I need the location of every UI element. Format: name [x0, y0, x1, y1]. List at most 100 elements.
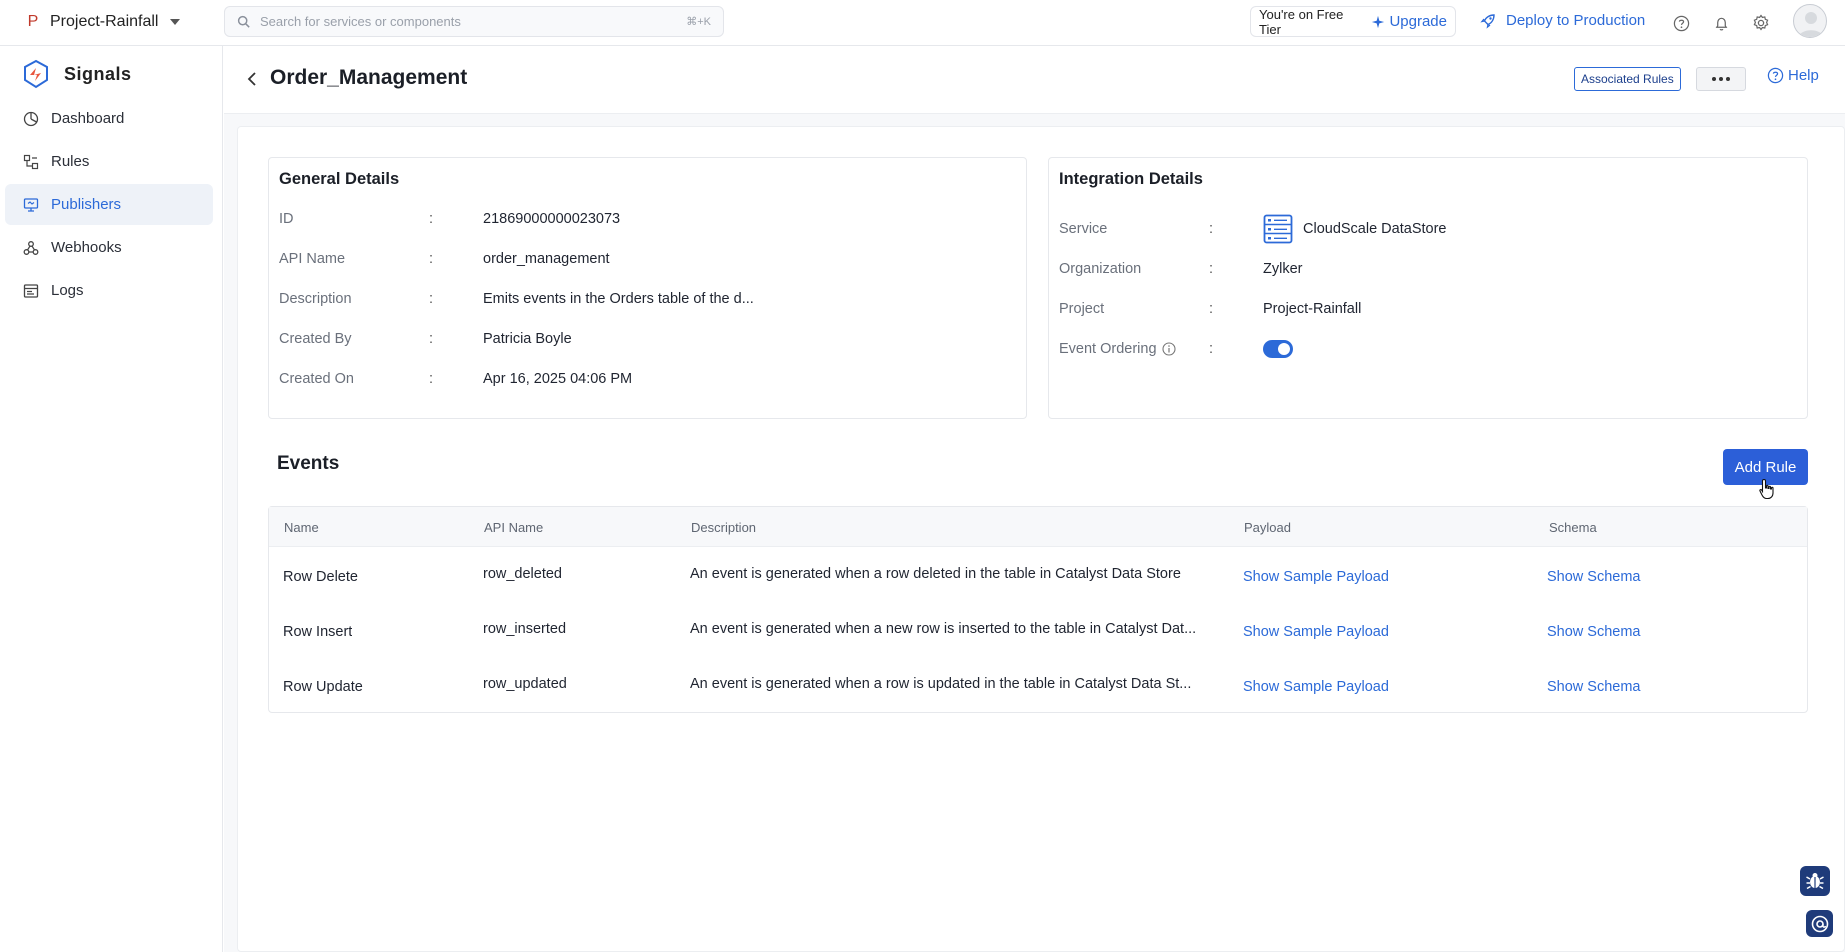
- logs-icon: [23, 283, 39, 298]
- show-sample-payload-link[interactable]: Show Sample Payload: [1243, 679, 1389, 695]
- help-link[interactable]: Help: [1767, 67, 1819, 84]
- search-input[interactable]: Search for services or components ⌘+K: [224, 6, 724, 37]
- detail-key: API Name: [279, 251, 346, 267]
- detail-key-event-ordering: Event Ordering: [1059, 341, 1209, 357]
- event-name: Row Update: [283, 679, 363, 695]
- detail-key: Project: [1059, 301, 1105, 317]
- detail-value: 21869000000023073: [483, 211, 621, 227]
- upgrade-button[interactable]: Upgrade: [1371, 13, 1447, 30]
- tier-banner: You're on Free Tier Upgrade: [1250, 6, 1456, 37]
- signals-logo-icon: [24, 59, 48, 89]
- table-row: Row Delete row_deleted An event is gener…: [269, 547, 1807, 602]
- detail-key: Description: [279, 291, 352, 307]
- detail-value: Project-Rainfall: [1263, 301, 1362, 317]
- event-description: An event is generated when a row deleted…: [690, 566, 1181, 582]
- event-description: An event is generated when a row is upda…: [690, 676, 1192, 692]
- table-row: Row Insert row_inserted An event is gene…: [269, 602, 1807, 657]
- project-initial-badge: P: [27, 13, 39, 30]
- detail-value: Patricia Boyle: [483, 331, 572, 347]
- tier-text: You're on Free Tier: [1259, 6, 1344, 37]
- chevron-down-icon: [170, 19, 181, 25]
- sidebar-item-webhooks[interactable]: Webhooks: [5, 227, 213, 268]
- detail-row-id: ID : 21869000000023073: [279, 209, 620, 229]
- sidebar-nav: Dashboard Rules Publishers Webhooks Logs: [5, 98, 213, 313]
- integration-details-panel: Integration Details Service : CloudScale…: [1048, 157, 1808, 419]
- hand-cursor-icon: [1759, 478, 1774, 500]
- detail-row-organization: Organization : Zylker: [1059, 259, 1302, 279]
- detail-row-project: Project : Project-Rainfall: [1059, 299, 1361, 319]
- general-details-title: General Details: [279, 170, 400, 188]
- page-header: Order_Management Associated Rules Help: [224, 46, 1845, 114]
- detail-separator: :: [429, 211, 434, 227]
- show-schema-link[interactable]: Show Schema: [1547, 569, 1641, 585]
- event-api-name: row_inserted: [483, 621, 567, 637]
- general-details-panel: General Details ID : 21869000000023073 A…: [268, 157, 1027, 419]
- detail-separator: :: [1209, 341, 1214, 357]
- sidebar-item-rules[interactable]: Rules: [5, 141, 213, 182]
- sidebar-item-label: Dashboard: [51, 110, 125, 127]
- show-schema-link[interactable]: Show Schema: [1547, 624, 1641, 640]
- detail-key: Organization: [1059, 261, 1142, 277]
- table-row: Row Update row_updated An event is gener…: [269, 657, 1807, 712]
- detail-key: Service: [1059, 221, 1108, 237]
- avatar[interactable]: [1793, 4, 1827, 38]
- detail-separator: :: [1209, 261, 1214, 277]
- more-options-button[interactable]: [1696, 67, 1746, 91]
- sidebar-item-label: Rules: [51, 153, 90, 170]
- events-table: Name API Name Description Payload Schema…: [268, 506, 1808, 713]
- bug-report-button[interactable]: [1800, 866, 1830, 896]
- show-sample-payload-link[interactable]: Show Sample Payload: [1243, 569, 1389, 585]
- sidebar-item-dashboard[interactable]: Dashboard: [5, 98, 213, 139]
- support-icon: [1811, 915, 1828, 932]
- sidebar-item-logs[interactable]: Logs: [5, 270, 213, 311]
- back-arrow-icon[interactable]: [244, 70, 262, 88]
- detail-key: Event Ordering: [1059, 341, 1157, 357]
- column-header-description: Description: [691, 520, 757, 535]
- project-name: Project-Rainfall: [50, 13, 159, 30]
- detail-separator: :: [429, 251, 434, 267]
- detail-value: Zylker: [1263, 261, 1303, 277]
- deploy-to-production-button[interactable]: Deploy to Production: [1480, 12, 1645, 29]
- show-schema-link[interactable]: Show Schema: [1547, 679, 1641, 695]
- column-header-schema: Schema: [1549, 520, 1597, 535]
- event-name: Row Insert: [283, 624, 353, 640]
- search-placeholder: Search for services or components: [260, 14, 461, 29]
- support-chat-button[interactable]: [1806, 910, 1833, 937]
- dot: [1712, 77, 1716, 81]
- detail-separator: :: [429, 291, 434, 307]
- show-sample-payload-link[interactable]: Show Sample Payload: [1243, 624, 1389, 640]
- datastore-icon: [1263, 214, 1293, 244]
- project-switcher[interactable]: P Project-Rainfall: [24, 10, 181, 34]
- sidebar-item-publishers[interactable]: Publishers: [5, 184, 213, 225]
- upgrade-label: Upgrade: [1389, 13, 1447, 30]
- bell-icon[interactable]: [1711, 13, 1731, 33]
- top-bar: P Project-Rainfall Search for services o…: [0, 0, 1845, 46]
- detail-row-api-name: API Name : order_management: [279, 249, 610, 269]
- event-name: Row Delete: [283, 569, 358, 585]
- upgrade-icon: [1372, 15, 1385, 28]
- column-header-name: Name: [284, 520, 319, 535]
- rocket-icon: [1480, 13, 1495, 29]
- search-shortcut: ⌘+K: [686, 16, 711, 28]
- sidebar: Signals Dashboard Rules Publishers Webho…: [0, 46, 223, 952]
- column-header-payload: Payload: [1244, 520, 1291, 535]
- events-title: Events: [277, 453, 340, 474]
- detail-value: [1263, 340, 1293, 358]
- detail-row-created-by: Created By : Patricia Boyle: [279, 329, 572, 349]
- sidebar-item-label: Publishers: [51, 196, 122, 213]
- dashboard-icon: [23, 111, 39, 126]
- rules-icon: [23, 154, 39, 169]
- detail-row-created-on: Created On : Apr 16, 2025 04:06 PM: [279, 369, 632, 389]
- search-icon: [237, 15, 250, 28]
- page-title: Order_Management: [270, 66, 468, 89]
- help-label: Help: [1788, 67, 1819, 84]
- event-api-name: row_updated: [483, 676, 567, 692]
- detail-separator: :: [429, 371, 434, 387]
- event-ordering-toggle[interactable]: [1263, 340, 1293, 358]
- service-name: CloudScale DataStore: [1303, 221, 1447, 237]
- gear-icon[interactable]: [1751, 13, 1771, 33]
- help-circle-icon[interactable]: [1671, 13, 1691, 33]
- associated-rules-button[interactable]: Associated Rules: [1574, 67, 1681, 91]
- info-icon[interactable]: [1161, 342, 1176, 356]
- detail-separator: :: [1209, 221, 1214, 237]
